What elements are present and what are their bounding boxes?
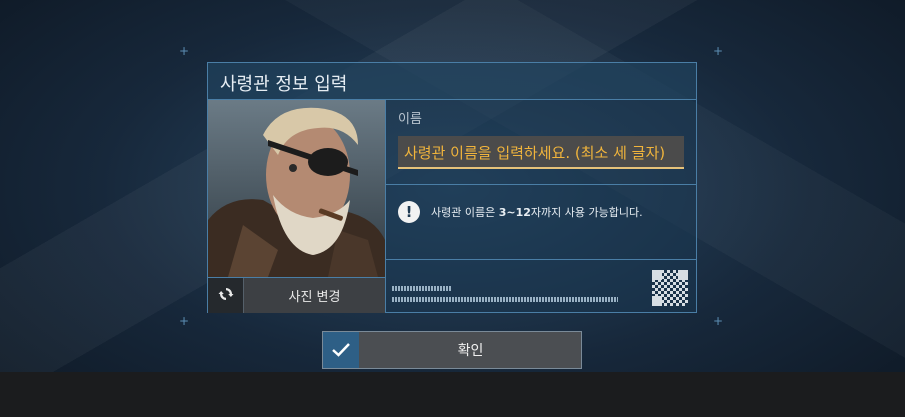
bottom-bar bbox=[0, 372, 905, 417]
name-input-placeholder: 사령관 이름을 입력하세요. (최소 세 글자) bbox=[404, 144, 666, 162]
change-photo-button[interactable]: 사진 변경 bbox=[244, 278, 385, 313]
name-rule-text: 사령관 이름은 3~12자까지 사용 가능합니다. bbox=[431, 204, 643, 220]
qr-code-icon bbox=[652, 270, 688, 306]
name-section: 이름 사령관 이름을 입력하세요. (최소 세 글자) bbox=[386, 100, 696, 185]
commander-portrait bbox=[208, 100, 386, 277]
dialog-title: 사령관 정보 입력 bbox=[220, 74, 348, 95]
corner-plus-icon: + bbox=[178, 44, 190, 58]
code-decoration bbox=[386, 260, 696, 312]
confirm-button[interactable]: 확인 bbox=[322, 331, 582, 369]
barcode-short bbox=[392, 286, 452, 291]
change-photo-label: 사진 변경 bbox=[288, 290, 341, 305]
commander-name-input[interactable]: 사령관 이름을 입력하세요. (최소 세 글자) bbox=[398, 136, 684, 169]
barcode-long bbox=[392, 297, 618, 302]
refresh-photo-button[interactable] bbox=[208, 278, 244, 313]
refresh-icon bbox=[217, 285, 235, 307]
name-rule-text-suffix: 자까지 사용 가능합니다. bbox=[530, 206, 643, 219]
name-rule-length: 3~12 bbox=[498, 206, 531, 219]
commander-info-dialog: 사령관 정보 입력 사진 변경 이름 사령관 이름을 입력하세요. (최소 세 … bbox=[207, 62, 697, 313]
corner-plus-icon: + bbox=[712, 44, 724, 58]
confirm-label: 확인 bbox=[457, 343, 484, 359]
name-label: 이름 bbox=[398, 112, 422, 127]
name-rule-info: ! 사령관 이름은 3~12자까지 사용 가능합니다. bbox=[386, 185, 696, 260]
check-icon bbox=[323, 332, 359, 368]
corner-plus-icon: + bbox=[178, 314, 190, 328]
alert-icon: ! bbox=[398, 201, 420, 223]
dialog-header: 사령관 정보 입력 bbox=[208, 63, 696, 100]
corner-plus-icon: + bbox=[712, 314, 724, 328]
photo-bar: 사진 변경 bbox=[208, 277, 386, 313]
name-rule-text-prefix: 사령관 이름은 bbox=[431, 206, 499, 219]
